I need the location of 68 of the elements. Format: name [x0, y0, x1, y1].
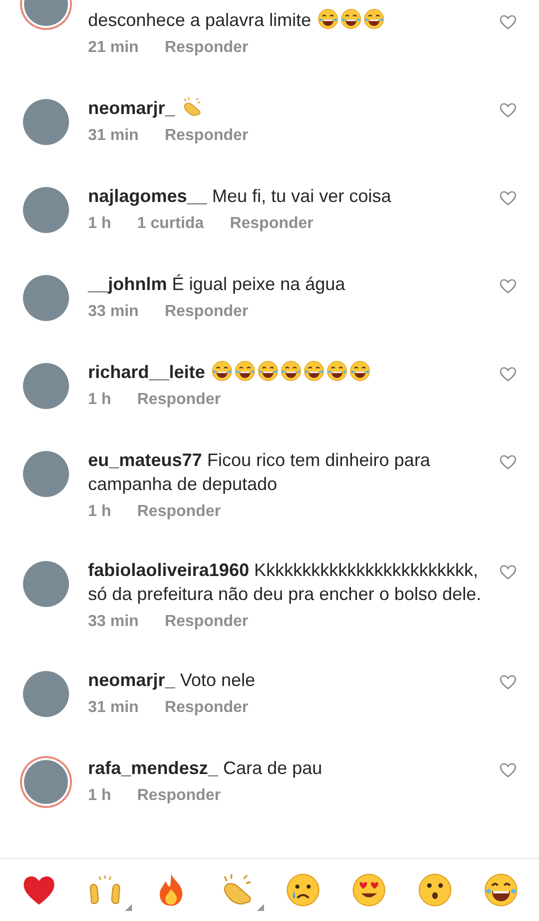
- timestamp: 1 h: [88, 390, 112, 410]
- comment-text: neomarjr_ Voto nele: [88, 669, 256, 692]
- more-variants-icon: [124, 904, 132, 911]
- timestamp: 1 h: [88, 786, 112, 806]
- reply-button[interactable]: Responder: [137, 390, 221, 410]
- timestamp: 33 min: [88, 302, 139, 322]
- laughing-face-icon: [280, 360, 302, 382]
- avatar-placeholder[interactable]: [23, 363, 69, 409]
- heart-outline-icon[interactable]: [499, 762, 517, 778]
- heart-outline-icon[interactable]: [499, 278, 517, 294]
- laughing-face-icon: [211, 360, 234, 382]
- reply-button[interactable]: Responder: [164, 698, 248, 718]
- heart-outline-icon[interactable]: [499, 674, 517, 690]
- username[interactable]: richard__leite: [88, 362, 206, 382]
- crying-face-icon: [284, 872, 321, 908]
- clapping-hands-icon: [181, 96, 204, 118]
- comment-text: najlagomes__ Meu fi, tu vai ver coisa: [88, 185, 392, 208]
- reply-button[interactable]: Responder: [164, 38, 248, 58]
- laughing-face-icon: [340, 8, 362, 30]
- username[interactable]: neomarjr_: [88, 98, 176, 118]
- timestamp: 31 min: [88, 698, 139, 718]
- reply-button[interactable]: Responder: [137, 502, 221, 522]
- reply-button[interactable]: Responder: [164, 302, 248, 322]
- username[interactable]: neomarjr_: [88, 670, 176, 690]
- username[interactable]: eu_mateus77: [88, 450, 202, 470]
- laughing-face-icon: [482, 872, 519, 908]
- laughing-face-icon: [303, 360, 326, 382]
- username[interactable]: fabiolaoliveira1960: [88, 560, 250, 580]
- surprised-face-icon: [416, 872, 453, 908]
- avatar-placeholder[interactable]: [23, 99, 69, 145]
- username[interactable]: rafa_mendesz_: [88, 758, 218, 778]
- laughing-face-icon: [234, 360, 256, 382]
- avatar-placeholder[interactable]: [23, 671, 69, 717]
- reply-button[interactable]: Responder: [164, 612, 248, 632]
- heart-outline-icon[interactable]: [499, 14, 517, 30]
- timestamp: 1 h: [88, 502, 112, 522]
- comment-text: desconhece a palavra limite: [88, 8, 483, 32]
- reply-button[interactable]: Responder: [164, 126, 248, 146]
- laughing-face-icon: [317, 8, 340, 30]
- avatar-placeholder[interactable]: [23, 561, 69, 607]
- comment-text: eu_mateus77 Ficou rico tem dinheiro para campanha de deputado: [88, 449, 432, 496]
- heart-outline-icon[interactable]: [499, 102, 517, 118]
- heart-outline-icon[interactable]: [499, 366, 517, 382]
- laughing-face-icon: [257, 360, 280, 382]
- heart-outline-icon[interactable]: [499, 190, 517, 206]
- comment-text: rafa_mendesz_ Cara de pau: [88, 757, 324, 780]
- username[interactable]: __johnlm: [88, 274, 168, 294]
- more-variants-icon: [256, 904, 264, 911]
- username[interactable]: najlagomes__: [88, 186, 208, 206]
- heart-outline-icon[interactable]: [499, 454, 517, 470]
- timestamp: 1 h: [88, 214, 112, 234]
- likes-count[interactable]: 1 curtida: [137, 214, 204, 234]
- timestamp: 33 min: [88, 612, 139, 632]
- avatar-placeholder[interactable]: [23, 275, 69, 321]
- timestamp: 21 min: [88, 38, 139, 58]
- avatar-placeholder[interactable]: [23, 187, 69, 233]
- laughing-face-icon: [363, 8, 386, 30]
- heart-eyes-face-icon: [350, 872, 387, 908]
- laughing-face-icon: [349, 360, 372, 382]
- reply-button[interactable]: Responder: [137, 786, 221, 806]
- timestamp: 31 min: [88, 126, 139, 146]
- comment-text: __johnlm É igual peixe na água: [88, 273, 346, 296]
- avatar-placeholder[interactable]: [23, 451, 69, 497]
- comment-text: fabiolaoliveira1960 Kkkkkkkkkkkkkkkkkkkkkkkk, só da prefeitura não deu pra encher o bolso dele.: [88, 559, 482, 606]
- avatar-placeholder[interactable]: [24, 760, 68, 804]
- reply-button[interactable]: Responder: [230, 214, 314, 234]
- laughing-face-icon: [326, 360, 348, 382]
- heart-outline-icon[interactable]: [499, 564, 517, 580]
